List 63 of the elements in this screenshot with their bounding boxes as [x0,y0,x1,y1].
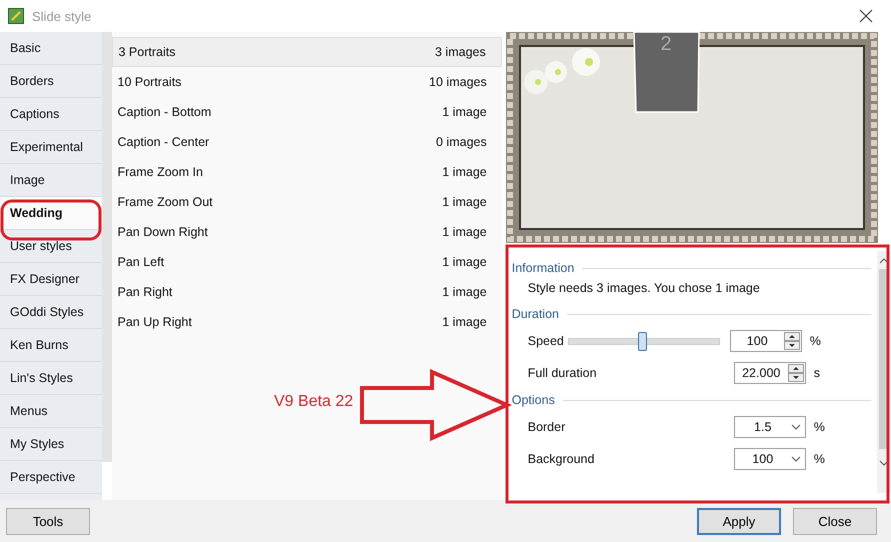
style-list-item[interactable]: Pan Up Right 1 image [112,307,502,337]
style-name: Caption - Bottom [118,105,212,119]
image-count: 1 image [442,285,487,299]
image-count: 3 images [435,45,486,59]
chevron-down-icon[interactable] [879,459,889,467]
annotation-label: V9 Beta 22 [274,393,354,411]
apply-button[interactable]: Apply [697,508,781,534]
chevron-down-icon [790,424,801,430]
style-name: Pan Up Right [118,315,192,329]
spinner-arrows-icon[interactable] [784,332,800,350]
image-count: 1 image [442,105,487,119]
field-label: Border [528,420,566,434]
image-count: 1 image [442,165,487,179]
spin-field[interactable]: 22.000 [734,362,806,384]
style-name: Frame Zoom In [118,165,203,179]
slider-thumb[interactable] [638,332,648,350]
spin-field[interactable]: 100 [730,330,802,352]
info-text: Style needs 3 images. You chose 1 image [526,280,761,297]
image-count: 1 image [442,315,487,329]
chevron-down-icon [790,456,801,462]
style-name: 3 Portraits [118,45,176,59]
style-list-item[interactable]: 3 Portraits 3 images [112,37,502,67]
dropdown-field[interactable]: 100 [734,448,806,470]
style-list-item[interactable]: Pan Right 1 image [112,277,502,307]
window-title: Slide style [32,8,92,24]
section-heading: Duration [512,307,559,321]
section-heading: Information [512,261,574,275]
image-count: 1 image [442,255,487,269]
style-name: 10 Portraits [118,75,182,89]
style-name: Pan Right [118,285,172,299]
scrollbar-track[interactable] [102,32,112,462]
chevron-up-icon[interactable] [879,257,889,265]
unit-label: % [814,452,825,466]
field-label: Background [528,452,596,466]
image-count: 10 images [429,75,487,89]
tools-button[interactable]: Tools [6,508,90,534]
unit-label: s [814,366,820,380]
style-list-item[interactable]: 10 Portraits 10 images [112,67,502,97]
style-name: Frame Zoom Out [118,195,213,209]
style-name: Caption - Center [118,135,210,149]
dropdown-field[interactable]: 1.5 [734,416,806,438]
close-button[interactable]: Close [793,508,877,534]
app-icon [8,8,24,24]
spinner-arrows-icon[interactable] [788,364,804,382]
style-list-item[interactable]: Caption - Center 0 images [112,127,502,157]
style-name: Pan Left [118,255,164,269]
field-label: Speed [528,334,565,348]
unit-label: % [810,334,821,348]
style-list-item[interactable]: Frame Zoom Out 1 image [112,187,502,217]
style-name: Pan Down Right [118,225,208,239]
speed-slider[interactable] [568,332,720,350]
slot-number: 2 [660,33,672,55]
image-count: 0 images [436,135,487,149]
field-label: Full duration [528,366,598,380]
image-count: 1 image [442,195,487,209]
style-list-item[interactable]: Pan Down Right 1 image [112,217,502,247]
unit-label: % [814,420,825,434]
section-heading: Options [512,393,555,407]
style-list-item[interactable]: Pan Left 1 image [112,247,502,277]
style-list-item[interactable]: Caption - Bottom 1 image [112,97,502,127]
close-icon[interactable] [859,9,873,23]
image-count: 1 image [442,225,487,239]
style-list-item[interactable]: Frame Zoom In 1 image [112,157,502,187]
